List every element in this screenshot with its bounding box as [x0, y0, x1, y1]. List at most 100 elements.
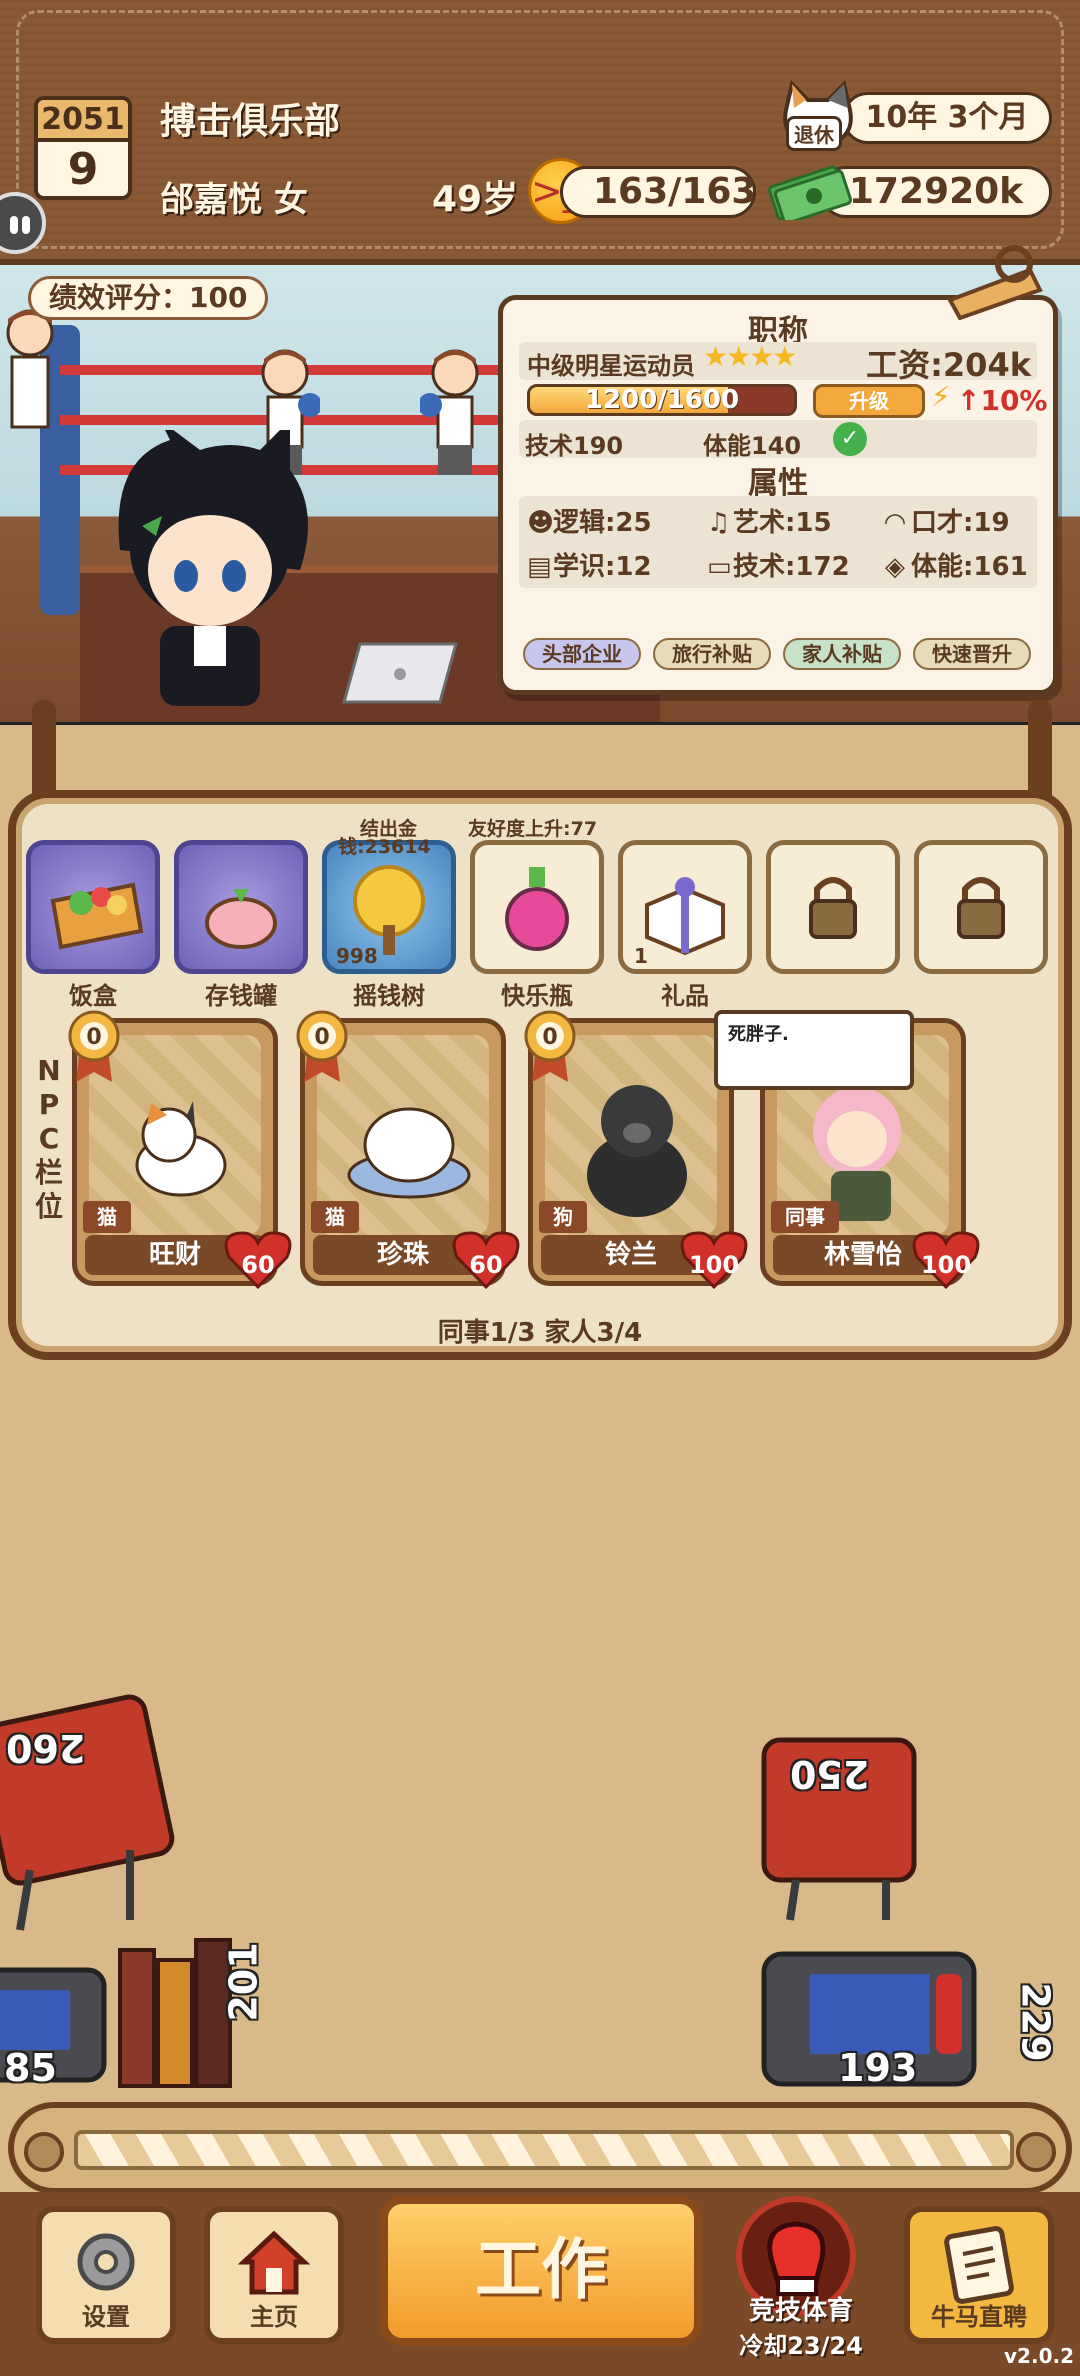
mouth-icon: ◠ [885, 508, 905, 538]
cooldown-label: 冷却23/24 [739, 2332, 863, 2360]
attr-art: ♫ 艺术:15 [707, 502, 832, 539]
npc-label-char: 栏 [34, 1156, 63, 1189]
job-rank: 中级明星运动员 [527, 352, 695, 380]
attr-logic-label: 逻辑:25 [553, 508, 652, 538]
hire-label: 牛马直聘 [931, 2303, 1027, 2331]
home-label: 主页 [250, 2303, 298, 2331]
mood-value: 163/163 [560, 166, 756, 218]
home-button[interactable]: 主页 [204, 2206, 344, 2344]
attr-tech-label: 技术:172 [733, 552, 850, 582]
settings-label: 设置 [82, 2303, 130, 2331]
slot-happy-bottle[interactable] [470, 840, 604, 974]
slot-label: 存钱罐 [205, 982, 277, 1010]
shield-icon: ◈ [885, 552, 905, 582]
item-price: 260 [6, 1726, 86, 1770]
job-info-card: 职称 中级明星运动员 ★★★★ 工资:204k 1200/1600 升级 ⚡ ↑… [498, 295, 1058, 695]
attr-logic: ☻逻辑:25 [527, 502, 652, 539]
home-icon [237, 2230, 311, 2295]
npc-label-char: 位 [34, 1190, 63, 1223]
attr-knowledge: ▤学识:12 [527, 546, 652, 583]
requirement-skill: 技术190 [525, 432, 624, 460]
boxer-figure [420, 349, 479, 475]
affinity-value: 60 [469, 1251, 503, 1279]
item-price: 229 [1013, 1982, 1058, 2062]
slot-label: 快乐瓶 [501, 982, 573, 1010]
work-button[interactable]: 工作 [380, 2196, 702, 2346]
tag-travel-allowance[interactable]: 旅行补贴 [653, 638, 771, 670]
slot-locked[interactable] [914, 840, 1048, 974]
progress-text: 1200/1600 [584, 385, 740, 415]
club-name: 搏击俱乐部 [160, 101, 341, 142]
item-price: 193 [838, 2046, 918, 2090]
medal-badge-icon: 0 [524, 1010, 576, 1082]
calendar-day: 9 [67, 144, 99, 195]
gear-icon [77, 2233, 135, 2291]
tag-family-allowance[interactable]: 家人补贴 [783, 638, 901, 670]
conveyor-roller [24, 2132, 64, 2172]
piggy-bank-icon [205, 889, 277, 949]
attr-tech: ▭技术:172 [707, 546, 850, 583]
npc-label-char: N [37, 1054, 61, 1087]
bento-box-icon [50, 882, 144, 950]
player-avatar [118, 430, 308, 706]
player-age: 49岁 [432, 179, 519, 220]
tree-count: 998 [336, 944, 378, 968]
npc-label-char: P [38, 1088, 60, 1121]
medal-count: 0 [86, 1025, 101, 1050]
lightning-icon: ⚡ [931, 380, 951, 413]
calendar-year: 2051 [38, 100, 128, 142]
bonus-percent: ↑10% [957, 384, 1048, 417]
npc-type: 同事 [771, 1201, 839, 1233]
medal-badge-icon: 0 [68, 1010, 120, 1082]
attr-eloquence-label: 口才:19 [911, 508, 1010, 538]
speech-bubble: 死胖子. [714, 1010, 914, 1090]
slot-piggy-bank[interactable] [174, 840, 308, 974]
clipboard-icon [944, 2226, 1014, 2304]
rank-stars: ★★★★ [703, 340, 797, 373]
monitor-icon: ▭ [707, 552, 732, 582]
slot-label: 礼品 [661, 982, 709, 1010]
sport-label: 竞技体育 [748, 2296, 853, 2326]
cash-stack-icon [768, 165, 852, 220]
conveyor-roller [1016, 2132, 1056, 2172]
calendar: 2051 9 [34, 96, 132, 200]
player-name: 邰嘉悦 女 [160, 180, 308, 220]
npc-type: 猫 [311, 1201, 359, 1233]
book-icon: ▤ [527, 552, 552, 582]
settings-button[interactable]: 设置 [36, 2206, 176, 2344]
brain-icon: ☻ [527, 508, 555, 538]
npc-summary: 同事1/3 家人3/4 [437, 1318, 643, 1348]
suitcase-icon [0, 1694, 175, 1931]
requirement-stamina: 体能140 [703, 432, 802, 460]
lock-icon [809, 877, 857, 939]
retire-label[interactable]: 退休 [786, 116, 842, 151]
npc-type: 猫 [83, 1201, 131, 1233]
attr-stamina-label: 体能:161 [911, 552, 1028, 582]
tag-fast-promotion[interactable]: 快速晋升 [913, 638, 1031, 670]
conveyor-belt [8, 2102, 1072, 2194]
music-icon: ♫ [707, 508, 731, 538]
hire-button[interactable]: 牛马直聘 [904, 2206, 1054, 2344]
retire-countdown: 10年 3个月 [842, 92, 1052, 144]
upgrade-button[interactable]: 升级 [813, 384, 925, 418]
item-price: 85 [4, 2046, 57, 2090]
slot-bento[interactable] [26, 840, 160, 974]
item-price: 250 [790, 1752, 870, 1796]
gift-count: 1 [634, 944, 648, 968]
attr-art-label: 艺术:15 [733, 508, 832, 538]
attr-stamina: ◈ 体能:161 [885, 546, 1028, 583]
npc-section-label: N P C 栏 位 [32, 1054, 66, 1224]
slot-locked[interactable] [766, 840, 900, 974]
friendship-note: 友好度上升:77 [468, 818, 598, 840]
item-price: 201 [221, 1942, 266, 2022]
tag-top-company[interactable]: 头部企业 [523, 638, 641, 670]
affinity-value: 100 [920, 1251, 972, 1279]
affinity-value: 100 [688, 1251, 740, 1279]
npc-label-char: C [38, 1122, 60, 1155]
medal-count: 0 [314, 1025, 329, 1050]
tree-money: 钱:23614 [338, 836, 431, 858]
spectator-figure [6, 309, 54, 429]
laptop-icon [342, 642, 458, 704]
clipboard-clip-icon [947, 245, 1043, 320]
check-icon: ✓ [833, 422, 867, 456]
